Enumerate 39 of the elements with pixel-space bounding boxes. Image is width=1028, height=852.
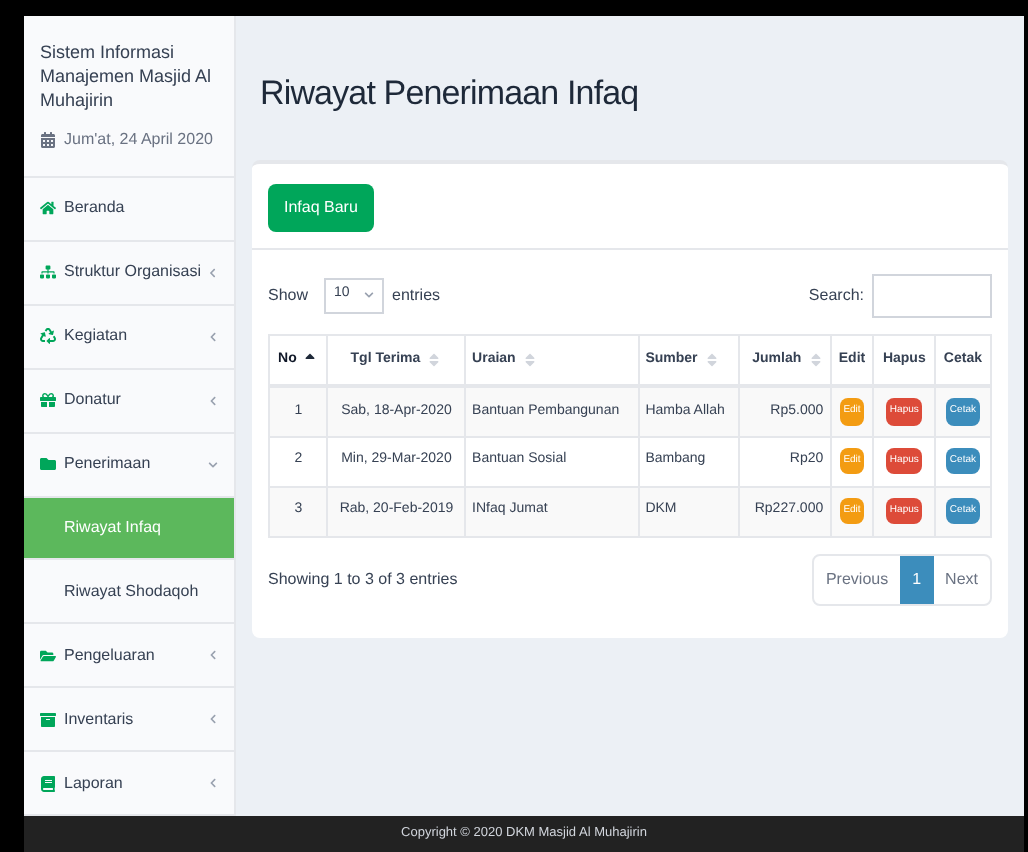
menu-item[interactable]: Kegiatan (24, 305, 234, 370)
entries-label: entries (392, 283, 441, 307)
submenu-item[interactable]: Riwayat Shodaqoh (24, 560, 234, 625)
folder-icon (40, 456, 56, 473)
chevron-left-icon (208, 267, 218, 278)
sitemap-icon (40, 264, 56, 281)
gift-icon (40, 392, 56, 409)
table-info: Showing 1 to 3 of 3 entries (268, 567, 460, 591)
search-label: Search: (808, 283, 864, 307)
menu-item[interactable]: Donatur (24, 369, 234, 434)
chevron-left-icon (208, 778, 218, 789)
next-button[interactable]: Next (933, 555, 990, 603)
sort-icon (807, 351, 824, 368)
previous-button[interactable]: Previous (813, 555, 901, 603)
page-title: Riwayat Penerimaan Infaq (260, 72, 641, 116)
archive-icon (40, 711, 56, 728)
page-button[interactable]: 1 (900, 555, 934, 603)
sort-icon (703, 351, 720, 368)
show-label: Show (268, 283, 309, 307)
sort-icon (426, 351, 443, 368)
book-icon (40, 775, 56, 792)
chevron-left-icon (208, 650, 218, 661)
search-field[interactable] (872, 273, 992, 317)
caret-icon (364, 290, 375, 300)
app-name: Sistem Informasi Manajemen Masjid Al Muhajirin (40, 40, 214, 112)
chevron-left-icon (208, 714, 218, 725)
chevron-left-icon (208, 395, 218, 406)
chevron-down-icon (208, 459, 218, 470)
calendar-icon (40, 132, 56, 148)
recycle-icon (40, 328, 56, 345)
sort-icon (521, 351, 538, 368)
menu-item[interactable]: Inventaris (24, 688, 234, 753)
menu-item[interactable]: Pengeluaran (24, 624, 234, 689)
current-date: Jum'at, 24 April 2020 (64, 128, 213, 152)
open-folder-icon (40, 647, 56, 664)
menu-item[interactable]: Struktur Organisasi (24, 241, 234, 306)
chevron-left-icon (208, 331, 218, 342)
home-icon (40, 200, 56, 217)
menu-item[interactable]: Beranda (24, 178, 234, 242)
